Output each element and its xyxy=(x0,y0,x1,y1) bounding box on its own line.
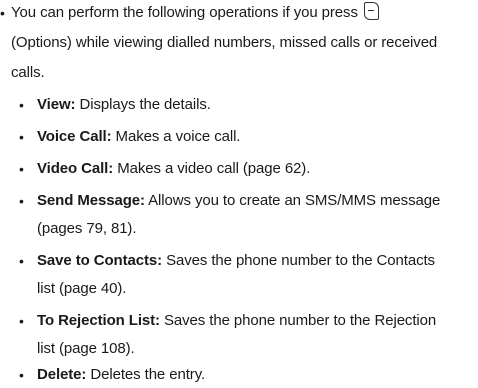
list-item-send-message: Send Message: Allows you to create an SM… xyxy=(37,188,440,214)
list-item-view: View: Displays the details. xyxy=(37,92,211,118)
list-item-video-call: Video Call: Makes a video call (page 62)… xyxy=(37,156,310,182)
item-desc: Deletes the entry. xyxy=(86,366,206,383)
list-item-to-rejection-list-cont: list (page 108). xyxy=(37,336,135,362)
item-desc-cont: list (page 40). xyxy=(37,280,127,297)
list-item-voice-call: Voice Call: Makes a voice call. xyxy=(37,124,240,150)
manual-page: • You can perform the following operatio… xyxy=(0,0,478,383)
bullet-dot: • xyxy=(19,367,24,383)
list-item-delete: Delete: Deletes the entry. xyxy=(37,362,205,388)
intro-line-1: You can perform the following operations… xyxy=(11,0,379,26)
item-term: Save to Contacts: xyxy=(37,252,162,269)
options-softkey-icon xyxy=(363,2,379,20)
bullet-dot: • xyxy=(0,5,5,21)
bullet-dot: • xyxy=(19,313,24,329)
list-item-save-to-contacts: Save to Contacts: Saves the phone number… xyxy=(37,248,435,274)
bullet-dot: • xyxy=(19,97,24,113)
list-item-send-message-cont: (pages 79, 81). xyxy=(37,216,137,242)
bullet-dot: • xyxy=(19,253,24,269)
item-term: Video Call: xyxy=(37,160,114,177)
item-desc: Saves the phone number to the Contacts xyxy=(162,252,435,269)
item-term: Delete: xyxy=(37,366,87,383)
item-term: Voice Call: xyxy=(37,128,112,145)
list-item-save-to-contacts-cont: list (page 40). xyxy=(37,276,126,302)
item-term: To Rejection List: xyxy=(37,312,160,329)
item-desc: Saves the phone number to the Rejection xyxy=(159,312,437,329)
item-desc: Makes a video call (page 62). xyxy=(113,160,311,177)
bullet-dot: • xyxy=(19,161,24,177)
intro-line-3: calls. xyxy=(11,60,45,86)
item-desc: Displays the details. xyxy=(75,96,211,113)
item-term: View: xyxy=(37,96,76,113)
bullet-dot: • xyxy=(19,129,24,145)
intro-text-2: (Options) while viewing dialled numbers,… xyxy=(11,34,438,51)
list-item-to-rejection-list: To Rejection List: Saves the phone numbe… xyxy=(37,308,436,334)
intro-line-2: (Options) while viewing dialled numbers,… xyxy=(11,30,437,56)
item-desc-cont: list (page 108). xyxy=(37,340,135,357)
item-desc-cont: (pages 79, 81). xyxy=(37,220,137,237)
intro-text-1: You can perform the following operations… xyxy=(11,4,358,21)
bullet-dot: • xyxy=(19,193,24,209)
item-desc: Allows you to create an SMS/MMS message xyxy=(144,192,441,209)
item-desc: Makes a voice call. xyxy=(111,128,241,145)
intro-text-3: calls. xyxy=(11,64,45,81)
item-term: Send Message: xyxy=(37,192,145,209)
